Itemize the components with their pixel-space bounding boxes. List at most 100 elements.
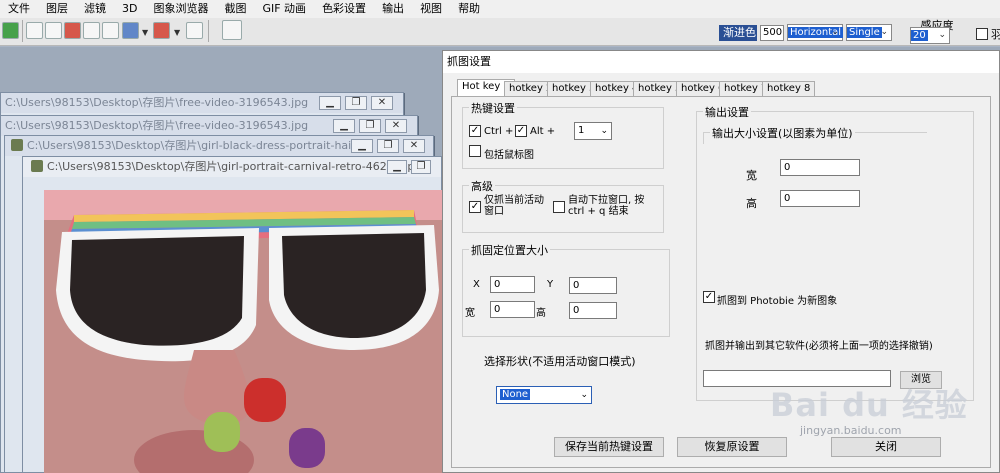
hotkey-select[interactable]: 1 ⌄	[574, 122, 612, 140]
minimize-button[interactable]: ▁	[351, 139, 373, 153]
chevron-down-icon: ⌄	[880, 27, 888, 37]
portrait-image	[44, 190, 442, 473]
photobie-label: 抓图到 Photobie 为新图象	[717, 296, 838, 307]
sensitivity-select[interactable]: 20 ⌄	[910, 27, 950, 44]
restore-button[interactable]: ❐	[377, 139, 399, 153]
minimize-button[interactable]: ▁	[387, 160, 407, 174]
menu-view[interactable]: 视图	[412, 0, 450, 18]
output-size-title: 输出大小设置(以图素为单位)	[710, 125, 855, 141]
mode-value: Single	[847, 27, 882, 38]
output-height-field[interactable]: 0	[780, 190, 860, 207]
gradient-color-label: 渐进色	[719, 25, 757, 41]
menu-help[interactable]: 帮助	[450, 0, 488, 18]
image-icon[interactable]	[122, 22, 139, 39]
paste-icon[interactable]	[83, 22, 100, 39]
output-width-label: 宽	[746, 169, 757, 182]
feather-label: 羽	[991, 28, 1000, 41]
clipboard-icon[interactable]	[102, 22, 119, 39]
restore-button[interactable]: ❐	[411, 160, 431, 174]
shape-select[interactable]: None ⌄	[496, 386, 592, 404]
menu-file[interactable]: 文件	[0, 0, 38, 18]
output-group: 输出设置 输出大小设置(以图素为单位) 宽 0 高 0 ✓ 抓图到 Photob…	[696, 104, 974, 401]
menu-output[interactable]: 输出	[374, 0, 412, 18]
menu-filter[interactable]: 滤镜	[76, 0, 114, 18]
photobie-checkbox[interactable]: ✓	[703, 291, 715, 303]
color-swatch-icon[interactable]	[222, 20, 242, 40]
export-icon[interactable]	[186, 22, 203, 39]
close-dialog-button[interactable]: 关闭	[831, 437, 941, 457]
crop-icon[interactable]	[26, 22, 43, 39]
menu-color-settings[interactable]: 色彩设置	[314, 0, 374, 18]
x-field[interactable]: 0	[490, 276, 535, 293]
hotkey-group: 热键设置 ✓ Ctrl + ✓ Alt + 1 ⌄ 包括鼠标图	[462, 100, 664, 169]
restore-button[interactable]: ❐	[345, 96, 367, 110]
direction-select[interactable]: Horizontal ⌄	[787, 24, 844, 41]
external-output-label: 抓图并输出到其它软件(必须将上面一项的选择撤销)	[705, 341, 933, 352]
restore-defaults-button[interactable]: 恢复原设置	[677, 437, 787, 457]
delete-icon[interactable]	[64, 22, 81, 39]
menu-3d[interactable]: 3D	[114, 0, 145, 18]
include-cursor-checkbox[interactable]	[469, 145, 481, 157]
output-width-field[interactable]: 0	[780, 159, 860, 176]
toolbar-separator	[22, 20, 23, 42]
ctrl-label: Ctrl +	[484, 126, 514, 137]
tab-hotkey-8[interactable]: hotkey 8	[762, 81, 816, 97]
menu-bar: 文件 图层 滤镜 3D 图象浏览器 截图 GIF 动画 色彩设置 输出 视图 帮…	[0, 0, 1000, 18]
fixed-width-label: 宽	[465, 308, 475, 319]
mode-select[interactable]: Single ⌄	[846, 24, 892, 41]
document-image	[44, 190, 442, 473]
output-group-title: 输出设置	[703, 104, 751, 120]
include-cursor-label: 包括鼠标图	[484, 150, 534, 161]
ctrl-checkbox[interactable]: ✓	[469, 125, 481, 137]
fixed-width-field[interactable]: 0	[490, 301, 535, 318]
auto-dropdown-checkbox[interactable]	[553, 201, 565, 213]
fixed-height-field[interactable]: 0	[569, 302, 617, 319]
menu-gif-animation[interactable]: GIF 动画	[254, 0, 314, 18]
menu-layer[interactable]: 图层	[38, 0, 76, 18]
shape-label: 选择形状(不适用活动窗口模式)	[484, 355, 636, 368]
minimize-button[interactable]: ▁	[333, 119, 355, 133]
active-window-checkbox[interactable]: ✓	[469, 201, 481, 213]
image-file-icon	[11, 139, 23, 151]
chevron-down-icon[interactable]: ▼	[142, 28, 148, 37]
output-height-label: 高	[746, 197, 757, 210]
chevron-down-icon: ⌄	[831, 27, 839, 37]
hotkey-value: 1	[578, 125, 585, 136]
restore-button[interactable]: ❐	[359, 119, 381, 133]
fixed-region-group: 抓固定位置大小 X 0 Y 0 宽 0 高 0	[462, 242, 670, 337]
close-button[interactable]: ✕	[403, 139, 425, 153]
document-title: C:\Users\98153\Desktop\存图片\free-video-31…	[1, 93, 403, 113]
y-label: Y	[547, 279, 554, 290]
feather-checkbox[interactable]	[976, 28, 988, 40]
baidu-watermark-url: jingyan.baidu.com	[800, 424, 902, 437]
alt-checkbox[interactable]: ✓	[515, 125, 527, 137]
sensitivity-value: 20	[911, 30, 928, 41]
alt-label: Alt +	[530, 126, 556, 137]
close-button[interactable]: ✕	[385, 119, 407, 133]
chevron-down-icon: ⌄	[580, 390, 588, 400]
shape-value: None	[500, 389, 531, 400]
size-input[interactable]: 500	[760, 25, 784, 41]
close-button[interactable]: ✕	[371, 96, 393, 110]
toolbar: ▼ ▼ 渐进色 500 Horizontal ⌄ Single ⌄ 感应度 20…	[0, 18, 1000, 46]
copy-icon[interactable]	[45, 22, 62, 39]
chevron-down-icon: ⌄	[938, 30, 946, 40]
capture-icon[interactable]	[153, 22, 170, 39]
document-title: C:\Users\98153\Desktop\存图片\girl-portrait…	[47, 160, 425, 173]
image-file-icon	[31, 160, 43, 172]
active-window-label: 仅抓当前活动窗口	[484, 195, 544, 217]
document-title-bar: C:\Users\98153\Desktop\存图片\girl-portrait…	[23, 157, 441, 177]
menu-image-browser[interactable]: 图象浏览器	[145, 0, 216, 18]
minimize-button[interactable]: ▁	[319, 96, 341, 110]
dialog-title: 抓图设置	[443, 51, 999, 73]
y-field[interactable]: 0	[569, 277, 617, 294]
auto-dropdown-label: 自动下拉窗口, 按 ctrl + q 结束	[568, 195, 645, 217]
refresh-icon[interactable]	[2, 22, 19, 39]
document-title: C:\Users\98153\Desktop\存图片\girl-black-dr…	[27, 139, 366, 152]
advanced-group: 高级 ✓ 仅抓当前活动窗口 自动下拉窗口, 按 ctrl + q 结束	[462, 178, 664, 233]
save-hotkey-button[interactable]: 保存当前热键设置	[554, 437, 664, 457]
x-label: X	[473, 279, 480, 290]
menu-screenshot[interactable]: 截图	[216, 0, 254, 18]
output-size-group: 输出大小设置(以图素为单位)	[703, 125, 927, 144]
chevron-down-icon[interactable]: ▼	[174, 28, 180, 37]
